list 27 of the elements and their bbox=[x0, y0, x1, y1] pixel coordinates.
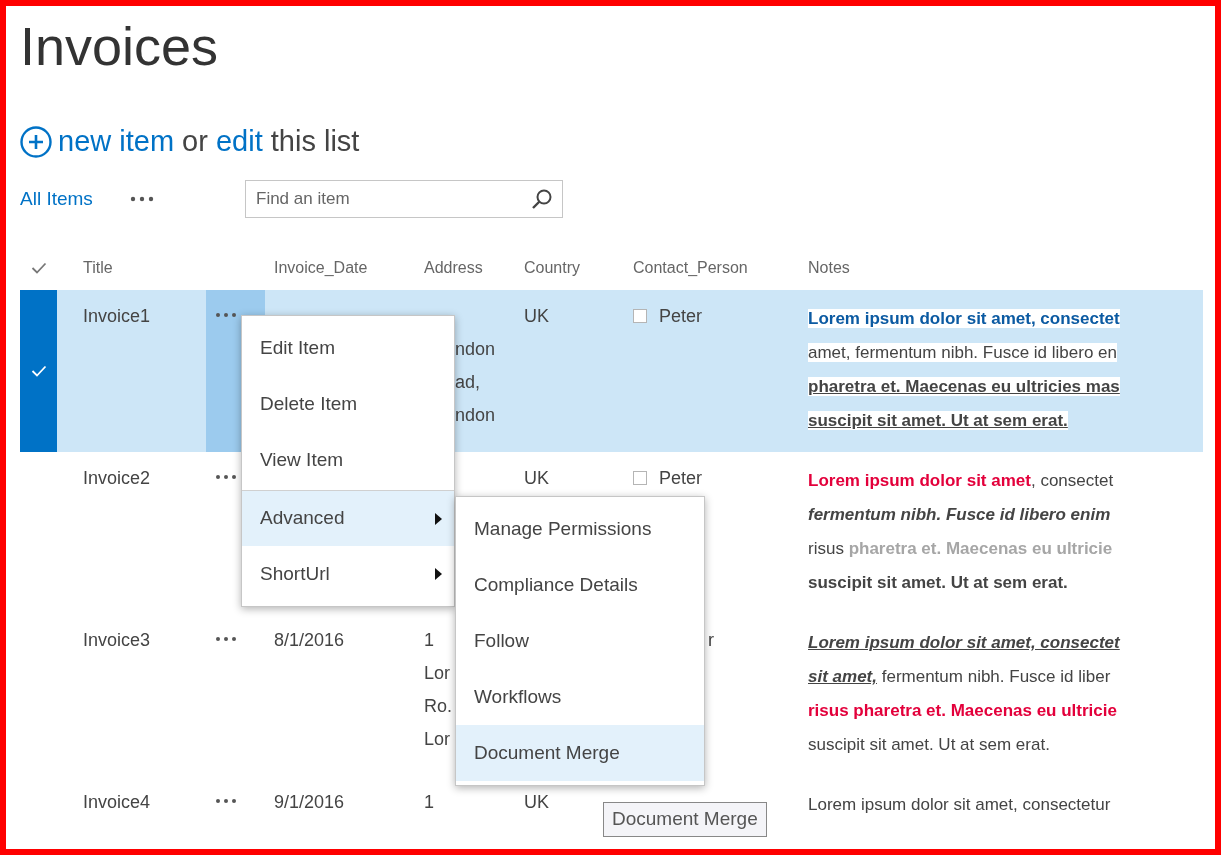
country-text: UK bbox=[524, 306, 549, 326]
address-text: ndon bbox=[455, 338, 496, 361]
notes-text: Lorem ipsum dolor sit amet, consectetur bbox=[808, 794, 1111, 816]
command-text: new item or edit this list bbox=[58, 124, 360, 160]
title-text: Invoice4 bbox=[83, 792, 151, 812]
title-text: Invoice1 bbox=[83, 306, 151, 326]
contact-name: Peter bbox=[659, 306, 703, 326]
address-text: 1 bbox=[424, 629, 434, 652]
notes-text: Lorem ipsum dolor sit amet, consectet amet, fermentum nibh. Fusce id libero en pharetra et. Maecenas eu ultricies mas suscipit sit amet. Ut at sem erat. bbox=[808, 308, 1120, 432]
address-text: Lor bbox=[424, 728, 450, 751]
tooltip: Document Merge bbox=[603, 802, 767, 837]
date-text: 8/1/2016 bbox=[274, 630, 345, 650]
page-title: Invoices bbox=[20, 16, 220, 76]
address-text: Ro. bbox=[424, 695, 452, 718]
date-text: 9/1/2016 bbox=[274, 792, 345, 812]
address-text: ndon bbox=[455, 404, 496, 427]
title-text: Invoice2 bbox=[83, 468, 151, 488]
contact-name: r bbox=[708, 630, 714, 650]
address-text: ad, bbox=[455, 371, 481, 394]
contact-name: Peter bbox=[659, 468, 703, 488]
address-text: 1 bbox=[424, 791, 434, 814]
country-text: UK bbox=[524, 468, 549, 488]
notes-text: Lorem ipsum dolor sit amet, consectet sit amet, fermentum nibh. Fusce id liber risus pharetra et. Maecenas eu ultricie suscipit sit amet. Ut at sem erat. bbox=[808, 632, 1120, 756]
title-text: Invoice3 bbox=[83, 630, 151, 650]
address-text: Lor bbox=[424, 662, 450, 685]
country-text: UK bbox=[524, 792, 549, 812]
notes-text: Lorem ipsum dolor sit amet, consectet fermentum nibh. Fusce id libero enim risus pharetra et. Maecenas eu ultricie suscipit sit amet. Ut at sem erat. bbox=[808, 470, 1114, 594]
